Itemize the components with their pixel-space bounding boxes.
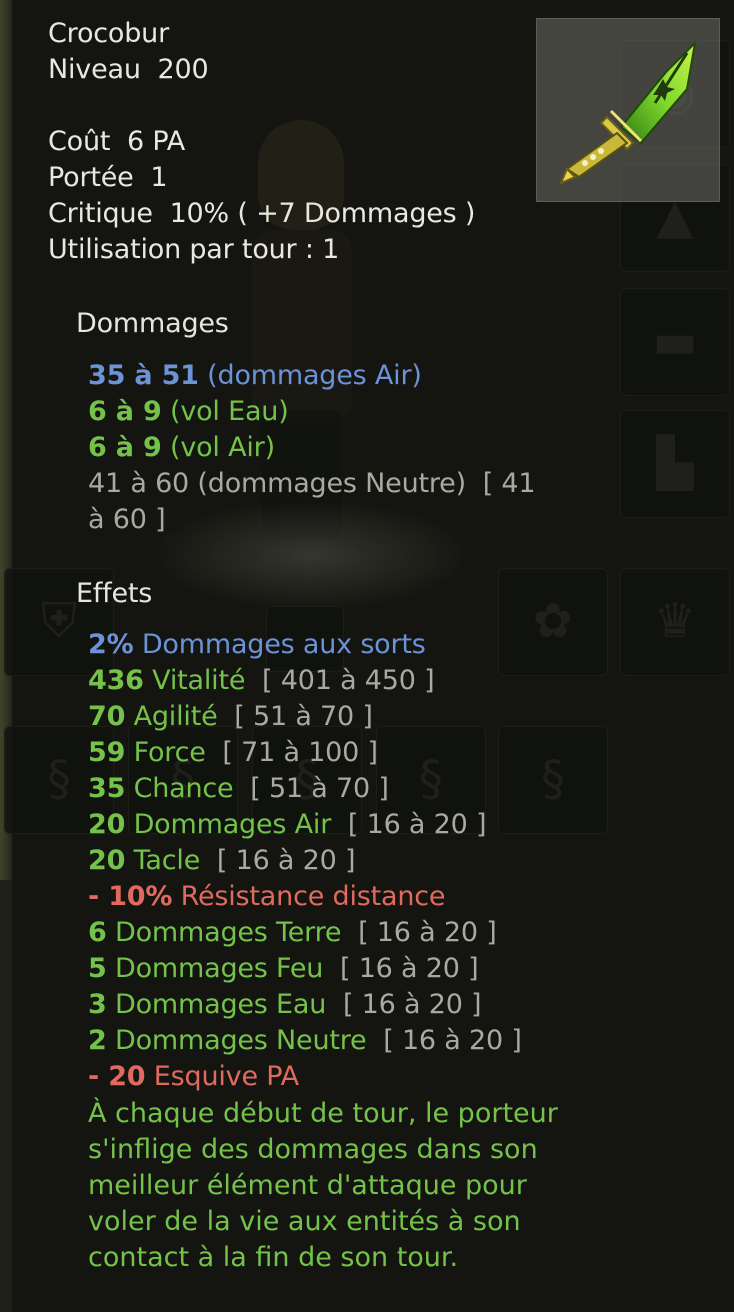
effect-value: 3 <box>88 989 107 1020</box>
effect-range: [ 51 à 70 ] <box>250 773 389 804</box>
effect-value: 59 <box>88 737 126 768</box>
damage-label: (vol Eau) <box>169 396 289 427</box>
critical-value: 10% ( +7 Dommages ) <box>169 198 476 229</box>
damage-range: [ 41 <box>482 468 536 499</box>
effect-line: 20 Tacle [ 16 à 20 ] <box>88 843 356 879</box>
effect-value: 2 <box>88 1025 107 1056</box>
effect-line: 2 Dommages Neutre [ 16 à 20 ] <box>88 1023 522 1059</box>
effect-value: 35 <box>88 773 126 804</box>
effect-label: Vitalité <box>152 665 246 696</box>
damage-label: (dommages Air) <box>207 360 422 391</box>
item-level: Niveau 200 <box>48 52 209 88</box>
item-critical: Critique 10% ( +7 Dommages ) <box>48 196 475 232</box>
effect-value: 20 <box>88 845 126 876</box>
damages-section-title: Dommages <box>76 308 229 339</box>
effect-value: - 20 <box>88 1061 146 1092</box>
effect-range: [ 16 à 20 ] <box>347 809 487 840</box>
effect-line: - 10% Résistance distance <box>88 879 446 915</box>
effect-label: Chance <box>133 773 234 804</box>
effect-description: À chaque début de tour, le porteur s'inf… <box>88 1098 558 1273</box>
cost-label: Coût <box>48 126 111 157</box>
effect-line: 5 Dommages Feu [ 16 à 20 ] <box>88 951 479 987</box>
effect-line: 59 Force [ 71 à 100 ] <box>88 735 378 771</box>
cost-value: 6 PA <box>127 126 186 157</box>
item-name: Crocobur <box>48 18 169 49</box>
effect-range: [ 401 à 450 ] <box>262 665 435 696</box>
effect-range: [ 16 à 20 ] <box>383 1025 522 1056</box>
effect-label: Dommages aux sorts <box>141 629 426 660</box>
level-label: Niveau <box>48 54 141 85</box>
effect-label: Dommages Feu <box>114 953 324 984</box>
effect-line: 6 Dommages Terre [ 16 à 20 ] <box>88 915 497 951</box>
effect-label: Dommages Eau <box>114 989 327 1020</box>
effect-range: [ 16 à 20 ] <box>339 953 479 984</box>
effect-range: [ 51 à 70 ] <box>234 701 373 732</box>
damage-range-continued: à 60 ] <box>88 504 166 535</box>
effect-label: Agilité <box>133 701 218 732</box>
item-cost: Coût 6 PA <box>48 124 185 160</box>
damage-value: 6 à 9 <box>88 432 162 463</box>
damage-value: 41 à 60 <box>88 468 190 499</box>
damage-label: (vol Air) <box>169 432 275 463</box>
green-dagger-icon <box>559 40 697 185</box>
effect-label: Résistance distance <box>180 881 446 912</box>
damage-value: 6 à 9 <box>88 396 162 427</box>
effect-label: Tacle <box>133 845 201 876</box>
effect-range: [ 16 à 20 ] <box>342 989 482 1020</box>
effect-line: - 20 Esquive PA <box>88 1059 299 1095</box>
effect-line: 20 Dommages Air [ 16 à 20 ] <box>88 807 487 843</box>
item-uses-per-turn: Utilisation par tour : 1 <box>48 234 340 265</box>
damage-line: 6 à 9 (vol Eau) <box>88 394 289 430</box>
effect-line: 3 Dommages Eau [ 16 à 20 ] <box>88 987 482 1023</box>
effect-range: [ 71 à 100 ] <box>222 737 378 768</box>
item-image-frame <box>536 18 720 202</box>
effect-value: 20 <box>88 809 126 840</box>
effect-value: 70 <box>88 701 126 732</box>
effect-line: 2% Dommages aux sorts <box>88 627 426 663</box>
damage-line: 6 à 9 (vol Air) <box>88 430 275 466</box>
effect-label: Dommages Air <box>133 809 332 840</box>
item-range: Portée 1 <box>48 160 168 196</box>
range-label: Portée <box>48 162 134 193</box>
effect-label: Esquive PA <box>153 1061 299 1092</box>
effects-section-title: Effets <box>76 578 153 609</box>
damage-line: 35 à 51 (dommages Air) <box>88 358 422 394</box>
effect-label: Dommages Terre <box>114 917 342 948</box>
effect-line: 436 Vitalité [ 401 à 450 ] <box>88 663 435 699</box>
effect-line: 70 Agilité [ 51 à 70 ] <box>88 699 373 735</box>
critical-label: Critique <box>48 198 153 229</box>
effect-label: Dommages Neutre <box>114 1025 367 1056</box>
effect-value: 5 <box>88 953 107 984</box>
effect-value: 2% <box>88 629 134 660</box>
damage-value: 35 à 51 <box>88 360 199 391</box>
range-value: 1 <box>150 162 168 193</box>
damage-line: 41 à 60 (dommages Neutre) [ 41 <box>88 466 536 502</box>
effect-value: 436 <box>88 665 144 696</box>
effect-value: - 10% <box>88 881 173 912</box>
effect-label: Force <box>133 737 206 768</box>
effect-line: 35 Chance [ 51 à 70 ] <box>88 771 389 807</box>
effect-range: [ 16 à 20 ] <box>358 917 497 948</box>
effect-value: 6 <box>88 917 107 948</box>
level-value: 200 <box>157 54 209 85</box>
effect-range: [ 16 à 20 ] <box>216 845 356 876</box>
damage-label: (dommages Neutre) <box>197 468 466 499</box>
